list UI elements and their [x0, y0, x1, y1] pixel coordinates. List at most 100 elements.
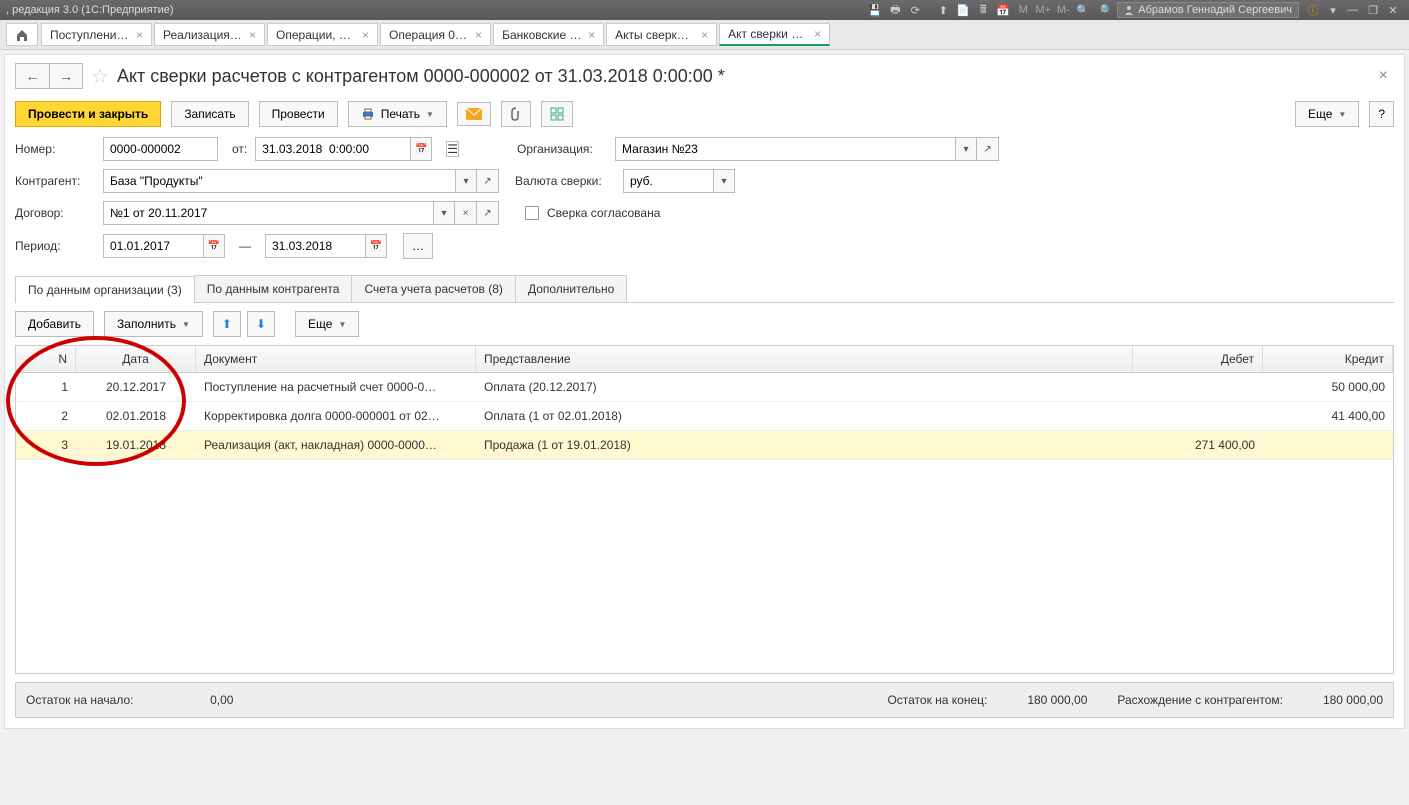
close-icon[interactable]: ×: [362, 28, 369, 42]
period-select-button[interactable]: …: [403, 233, 433, 259]
add-button[interactable]: Добавить: [15, 311, 94, 337]
tab-bar: Поступление (акты, накл…× Реализация (ак…: [0, 20, 1409, 50]
forward-button[interactable]: →: [49, 63, 83, 89]
calendar-icon[interactable]: 📅: [410, 137, 432, 161]
zoomin-icon[interactable]: 🔍: [1074, 2, 1092, 18]
col-rep[interactable]: Представление: [476, 346, 1133, 372]
diff-value: 180 000,00: [1303, 693, 1383, 707]
minimize-icon[interactable]: —: [1344, 2, 1362, 18]
nav-tab[interactable]: Поступление (акты, накл…×: [41, 23, 152, 46]
nav-tab[interactable]: Операции, введенные в…×: [267, 23, 378, 46]
period-to-field[interactable]: [265, 234, 365, 258]
table-row[interactable]: 2 02.01.2018 Корректировка долга 0000-00…: [16, 402, 1393, 431]
org-field[interactable]: [615, 137, 955, 161]
close-icon[interactable]: ×: [701, 28, 708, 42]
app-title: , редакция 3.0 (1С:Предприятие): [6, 4, 174, 16]
data-table: N Дата Документ Представление Дебет Кред…: [15, 345, 1394, 674]
print-icon[interactable]: 🖶: [886, 2, 904, 18]
start-balance-label: Остаток на начало:: [26, 693, 133, 707]
close-window-icon[interactable]: ✕: [1384, 2, 1402, 18]
print-button[interactable]: Печать ▼: [348, 101, 447, 127]
user-name: Абрамов Геннадий Сергеевич: [1138, 4, 1292, 16]
close-icon[interactable]: ×: [588, 28, 595, 42]
col-n[interactable]: N: [16, 346, 76, 372]
period-from-field[interactable]: [103, 234, 203, 258]
chevron-down-icon[interactable]: ▾: [433, 201, 455, 225]
info-icon[interactable]: ⓘ: [1304, 2, 1322, 18]
col-date[interactable]: Дата: [76, 346, 196, 372]
close-icon[interactable]: ×: [814, 27, 821, 41]
user-menu[interactable]: Абрамов Геннадий Сергеевич: [1117, 2, 1299, 18]
refresh-icon[interactable]: ⟳: [906, 2, 924, 18]
tab-contr-data[interactable]: По данным контрагента: [194, 275, 353, 302]
export-icon[interactable]: ⬆: [934, 2, 952, 18]
doc-icon[interactable]: 📄: [954, 2, 972, 18]
dropdown-icon[interactable]: ▾: [1324, 2, 1342, 18]
period-label: Период:: [15, 239, 95, 253]
curr-field[interactable]: [623, 169, 713, 193]
chevron-down-icon[interactable]: ▾: [955, 137, 977, 161]
email-button[interactable]: [457, 102, 491, 126]
close-icon[interactable]: ×: [475, 28, 482, 42]
col-credit[interactable]: Кредит: [1263, 346, 1393, 372]
move-up-button[interactable]: ⬆: [213, 311, 241, 337]
post-and-close-button[interactable]: Провести и закрыть: [15, 101, 161, 127]
back-button[interactable]: ←: [15, 63, 49, 89]
contract-label: Договор:: [15, 206, 95, 220]
save-button[interactable]: Записать: [171, 101, 248, 127]
favorite-icon[interactable]: ☆: [91, 64, 109, 89]
tab-org-data[interactable]: По данным организации (3): [15, 276, 195, 303]
table-row[interactable]: 1 20.12.2017 Поступление на расчетный сч…: [16, 373, 1393, 402]
m-icon[interactable]: M: [1014, 2, 1032, 18]
maximize-icon[interactable]: ❐: [1364, 2, 1382, 18]
post-button[interactable]: Провести: [259, 101, 338, 127]
mminus-icon[interactable]: M-: [1054, 2, 1072, 18]
date-extra-button[interactable]: ☰: [446, 141, 459, 157]
col-debit[interactable]: Дебет: [1133, 346, 1263, 372]
contr-label: Контрагент:: [15, 174, 95, 188]
table-more-button[interactable]: Еще ▼: [295, 311, 359, 337]
open-icon[interactable]: ↗: [477, 201, 499, 225]
contr-field[interactable]: [103, 169, 455, 193]
contract-field[interactable]: [103, 201, 433, 225]
help-button[interactable]: ?: [1369, 101, 1394, 127]
col-doc[interactable]: Документ: [196, 346, 476, 372]
tab-accounts[interactable]: Счета учета расчетов (8): [351, 275, 515, 302]
chevron-down-icon[interactable]: ▾: [713, 169, 735, 193]
close-icon[interactable]: ×: [249, 28, 256, 42]
from-label: от:: [232, 142, 247, 156]
table-row-selected[interactable]: 3 19.01.2018 Реализация (акт, накладная)…: [16, 431, 1393, 460]
nav-tab[interactable]: Реализация (акты, накла…×: [154, 23, 265, 46]
move-down-button[interactable]: ⬇: [247, 311, 275, 337]
close-icon[interactable]: ×: [136, 28, 143, 42]
more-button[interactable]: Еще ▼: [1295, 101, 1359, 127]
close-page-icon[interactable]: ×: [1373, 67, 1394, 85]
nav-tab[interactable]: Операция 0000-000002 о…×: [380, 23, 491, 46]
number-field[interactable]: [103, 137, 218, 161]
clear-icon[interactable]: ×: [455, 201, 477, 225]
open-icon[interactable]: ↗: [477, 169, 499, 193]
calendar-icon[interactable]: 📅: [994, 2, 1012, 18]
calendar-icon[interactable]: 📅: [365, 234, 387, 258]
related-button[interactable]: [541, 101, 573, 127]
tab-extra[interactable]: Дополнительно: [515, 275, 627, 302]
chevron-down-icon[interactable]: ▾: [455, 169, 477, 193]
mplus-icon[interactable]: M+: [1034, 2, 1052, 18]
open-icon[interactable]: ↗: [977, 137, 999, 161]
title-bar: , редакция 3.0 (1С:Предприятие) 💾 🖶 ⟳ ⬆ …: [0, 0, 1409, 20]
fill-button[interactable]: Заполнить ▼: [104, 311, 203, 337]
agreed-label: Сверка согласована: [547, 206, 660, 220]
nav-tab-active[interactable]: Акт сверки р…0000-000002×: [719, 23, 830, 46]
calendar-icon[interactable]: 📅: [203, 234, 225, 258]
nav-tab[interactable]: Акты сверки расчетов с …×: [606, 23, 717, 46]
zoomout-icon[interactable]: 🔎: [1094, 2, 1112, 18]
save-icon[interactable]: 💾: [866, 2, 884, 18]
number-label: Номер:: [15, 142, 95, 156]
nav-tab[interactable]: Банковские выписки×: [493, 23, 604, 46]
end-balance-value: 180 000,00: [1007, 693, 1087, 707]
agreed-checkbox[interactable]: [525, 206, 539, 220]
attach-button[interactable]: [501, 101, 531, 127]
calc-icon[interactable]: 🖩: [974, 2, 992, 18]
home-button[interactable]: [6, 23, 38, 46]
date-field[interactable]: [255, 137, 410, 161]
